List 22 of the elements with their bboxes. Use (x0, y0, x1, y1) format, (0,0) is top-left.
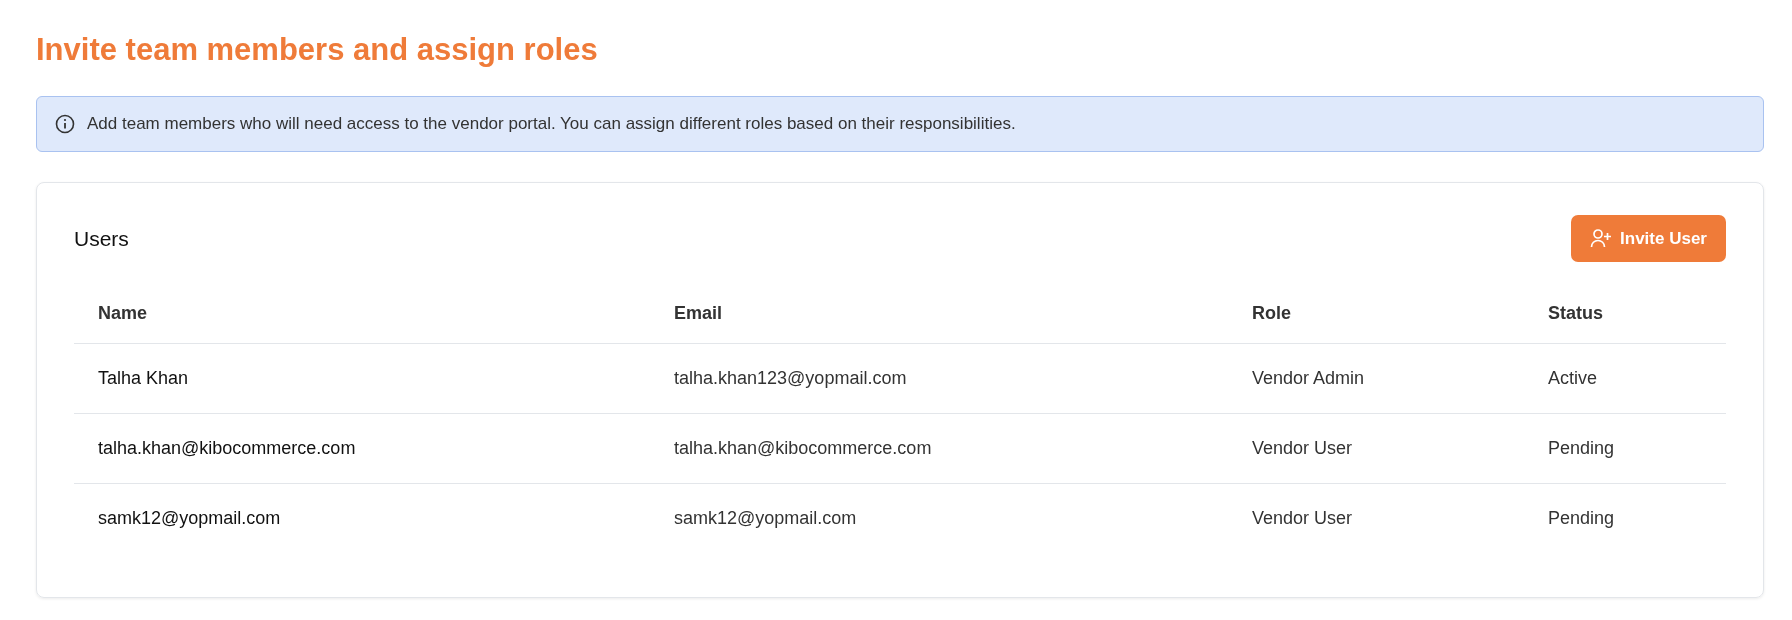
column-header: Status (1524, 284, 1726, 344)
table-cell: samk12@yopmail.com (74, 483, 650, 553)
column-header: Email (650, 284, 1228, 344)
table-cell: Vendor User (1228, 483, 1524, 553)
card-heading: Users (74, 225, 129, 252)
table-cell: Pending (1524, 413, 1726, 484)
add-user-icon (1590, 228, 1613, 249)
page-title: Invite team members and assign roles (36, 31, 599, 69)
table-cell: talha.khan123@yopmail.com (650, 343, 1228, 414)
info-text: Add team members who will need access to the vendor portal. You can assign different roles based on their responsibilities. (87, 113, 1016, 135)
table-cell: Active (1524, 343, 1726, 414)
table-cell: Vendor User (1228, 413, 1524, 484)
table-cell: Talha Khan (74, 343, 650, 414)
table-cell: Pending (1524, 483, 1726, 553)
column-header: Name (74, 284, 650, 344)
table-cell: Vendor Admin (1228, 343, 1524, 414)
info-icon (55, 113, 75, 134)
column-header: Role (1228, 284, 1524, 344)
table-cell: talha.khan@kibocommerce.com (74, 413, 650, 484)
table-cell: samk12@yopmail.com (650, 483, 1228, 553)
invite-user-button[interactable]: Invite User (1571, 214, 1726, 262)
table-cell: talha.khan@kibocommerce.com (650, 413, 1228, 484)
